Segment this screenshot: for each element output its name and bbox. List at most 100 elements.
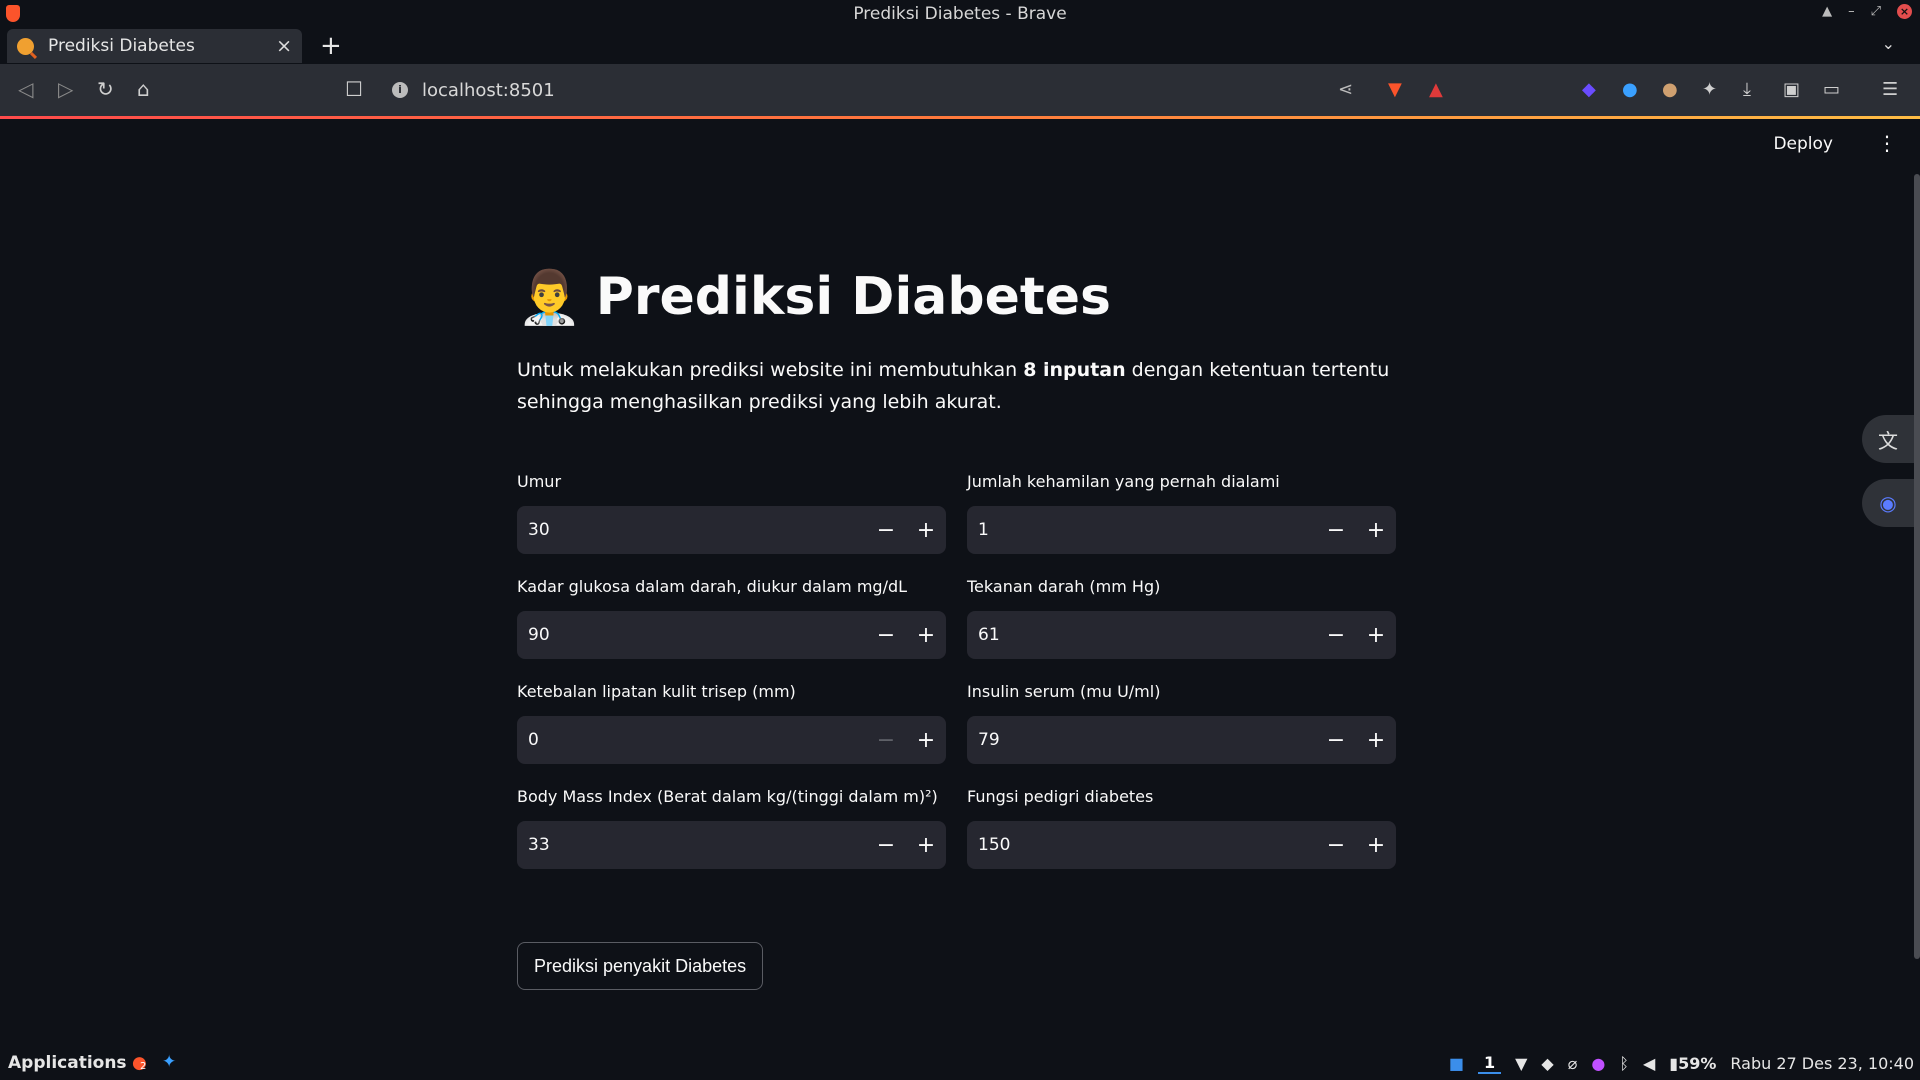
workspace-indicator[interactable]: 1 xyxy=(1477,1053,1502,1074)
number-input[interactable]: 79 − + xyxy=(967,716,1396,764)
intro-text-bold: 8 inputan xyxy=(1023,359,1126,381)
tab-strip: Prediksi Diabetes × + ⌄ xyxy=(0,28,1920,64)
field-insulin: Insulin serum (mu U/ml) 79 − + xyxy=(967,682,1396,764)
field-bmi: Body Mass Index (Berat dalam kg/(tinggi … xyxy=(517,787,946,869)
sidebar-toggle-icon[interactable]: ▣ xyxy=(1783,76,1800,102)
number-input[interactable]: 30 − + xyxy=(517,506,946,554)
share-icon[interactable]: ⋖ xyxy=(1338,76,1353,102)
field-umur: Umur 30 − + xyxy=(517,472,946,554)
extension-face-icon[interactable]: ● xyxy=(1662,76,1678,102)
vscode-taskbar-icon[interactable]: ✦ xyxy=(162,1052,176,1072)
vpn-shield-icon[interactable]: ◆ xyxy=(1541,1054,1553,1073)
browser-menu-icon[interactable]: ☰ xyxy=(1882,76,1898,102)
field-label: Kadar glukosa dalam darah, diukur dalam … xyxy=(517,577,908,596)
tab-close-icon[interactable]: × xyxy=(276,35,292,57)
field-kulit-trisep: Ketebalan lipatan kulit trisep (mm) 0 − … xyxy=(517,682,946,764)
decrement-button[interactable]: − xyxy=(1316,506,1356,554)
brave-logo-icon xyxy=(6,5,20,22)
brave-rewards-icon[interactable]: ▲ xyxy=(1429,76,1443,102)
tab-prediksi-diabetes[interactable]: Prediksi Diabetes × xyxy=(7,29,302,63)
number-input[interactable]: 90 − + xyxy=(517,611,946,659)
deploy-button[interactable]: Deploy xyxy=(1773,134,1833,154)
number-input[interactable]: 1 − + xyxy=(967,506,1396,554)
app-tray-icon[interactable]: ● xyxy=(1591,1054,1605,1073)
increment-button[interactable]: + xyxy=(1356,821,1396,869)
system-tray: ■ 1 ▼ ◆ ⌀ ● ᛒ ◀ ▮59% Rabu 27 Des 23, 10:… xyxy=(1449,1053,1914,1074)
bookmark-icon[interactable]: ☐ xyxy=(345,77,363,101)
minimize-up-icon[interactable]: ▲ xyxy=(1822,4,1832,19)
field-label: Fungsi pedigri diabetes xyxy=(967,787,1154,806)
increment-button[interactable]: + xyxy=(1356,716,1396,764)
extension-purple-icon[interactable]: ◆ xyxy=(1582,76,1596,102)
doctor-emoji-icon: 👨‍⚕️ xyxy=(517,267,582,328)
decrement-button[interactable]: − xyxy=(1316,821,1356,869)
intro-text-part: Untuk melakukan prediksi website ini mem… xyxy=(517,359,1024,381)
brave-shields-icon[interactable]: ▼ xyxy=(1388,76,1402,102)
home-icon[interactable]: ⌂ xyxy=(137,77,150,101)
minimize-icon[interactable]: – xyxy=(1848,4,1855,19)
wifi-icon[interactable]: ▼ xyxy=(1515,1054,1527,1073)
page-title-text: Prediksi Diabetes xyxy=(595,267,1111,327)
site-info-icon[interactable]: i xyxy=(392,82,408,98)
field-tekanan-darah: Tekanan darah (mm Hg) 61 − + xyxy=(967,577,1396,659)
battery-icon: ▮ xyxy=(1669,1054,1679,1073)
field-label: Tekanan darah (mm Hg) xyxy=(967,577,1161,596)
field-pedigri: Fungsi pedigri diabetes 150 − + xyxy=(967,787,1396,869)
os-taskbar: Applications ● 2 ✦ ■ 1 ▼ ◆ ⌀ ● ᛒ ◀ ▮59% … xyxy=(0,1047,1920,1080)
new-tab-button[interactable]: + xyxy=(320,31,342,61)
reload-icon[interactable]: ↻ xyxy=(97,77,114,101)
maximize-icon[interactable]: ⤢ xyxy=(1871,4,1881,19)
field-label: Jumlah kehamilan yang pernah dialami xyxy=(967,472,1280,491)
address-bar[interactable]: i localhost:8501 xyxy=(392,73,555,107)
page-title: 👨‍⚕️ Prediksi Diabetes xyxy=(517,262,1395,332)
back-icon[interactable]: ◁ xyxy=(18,77,33,101)
decrement-button[interactable]: − xyxy=(1316,611,1356,659)
clip-icon[interactable]: ⌀ xyxy=(1568,1054,1578,1073)
translate-icon[interactable]: 文 xyxy=(1862,415,1914,463)
increment-button[interactable]: + xyxy=(906,611,946,659)
increment-button[interactable]: + xyxy=(1356,611,1396,659)
volume-icon[interactable]: ◀ xyxy=(1643,1054,1655,1073)
close-window-icon[interactable]: × xyxy=(1897,4,1912,19)
decrement-button[interactable]: − xyxy=(866,506,906,554)
battery-indicator[interactable]: ▮59% xyxy=(1669,1054,1716,1073)
wallet-icon[interactable]: ▭ xyxy=(1823,76,1840,102)
intro-text: Untuk melakukan prediksi website ini mem… xyxy=(517,354,1395,418)
decrement-button[interactable]: − xyxy=(866,716,906,764)
field-label: Body Mass Index (Berat dalam kg/(tinggi … xyxy=(517,787,938,806)
number-input[interactable]: 150 − + xyxy=(967,821,1396,869)
forward-icon[interactable]: ▷ xyxy=(58,77,73,101)
increment-button[interactable]: + xyxy=(906,506,946,554)
window-title: Prediksi Diabetes - Brave xyxy=(853,4,1067,24)
clock[interactable]: Rabu 27 Des 23, 10:40 xyxy=(1730,1054,1914,1073)
tab-list-chevron-icon[interactable]: ⌄ xyxy=(1882,34,1895,53)
battery-percent: 59% xyxy=(1678,1054,1717,1073)
field-label: Ketebalan lipatan kulit trisep (mm) xyxy=(517,682,796,701)
downloads-icon[interactable]: ⤓ xyxy=(1743,76,1751,102)
number-input[interactable]: 0 − + xyxy=(517,716,946,764)
chat-tray-icon[interactable]: ■ xyxy=(1449,1054,1464,1073)
page-scrollbar[interactable] xyxy=(1914,174,1920,959)
bluetooth-icon[interactable]: ᛒ xyxy=(1619,1054,1629,1073)
streamlit-app: Deploy ⋮ 文 ◉ 👨‍⚕️ Prediksi Diabetes Untu… xyxy=(0,119,1920,1047)
taskbar-badge: 2 xyxy=(140,1061,147,1072)
applications-menu[interactable]: Applications xyxy=(8,1053,127,1073)
extension-blue-icon[interactable]: ● xyxy=(1622,76,1638,102)
increment-button[interactable]: + xyxy=(1356,506,1396,554)
decrement-button[interactable]: − xyxy=(866,611,906,659)
streamlit-favicon-icon xyxy=(17,37,34,55)
extensions-puzzle-icon[interactable]: ✦ xyxy=(1702,76,1717,102)
number-input[interactable]: 33 − + xyxy=(517,821,946,869)
decrement-button[interactable]: − xyxy=(866,821,906,869)
main-menu-icon[interactable]: ⋮ xyxy=(1877,131,1897,155)
field-label: Umur xyxy=(517,472,562,491)
increment-button[interactable]: + xyxy=(906,716,946,764)
url-text: localhost:8501 xyxy=(422,79,555,101)
number-input[interactable]: 61 − + xyxy=(967,611,1396,659)
tab-label: Prediksi Diabetes xyxy=(48,36,195,56)
main-content: 👨‍⚕️ Prediksi Diabetes Untuk melakukan p… xyxy=(517,262,1396,990)
assistant-bot-icon[interactable]: ◉ xyxy=(1862,479,1914,527)
predict-button[interactable]: Prediksi penyakit Diabetes xyxy=(517,942,764,990)
increment-button[interactable]: + xyxy=(906,821,946,869)
decrement-button[interactable]: − xyxy=(1316,716,1356,764)
